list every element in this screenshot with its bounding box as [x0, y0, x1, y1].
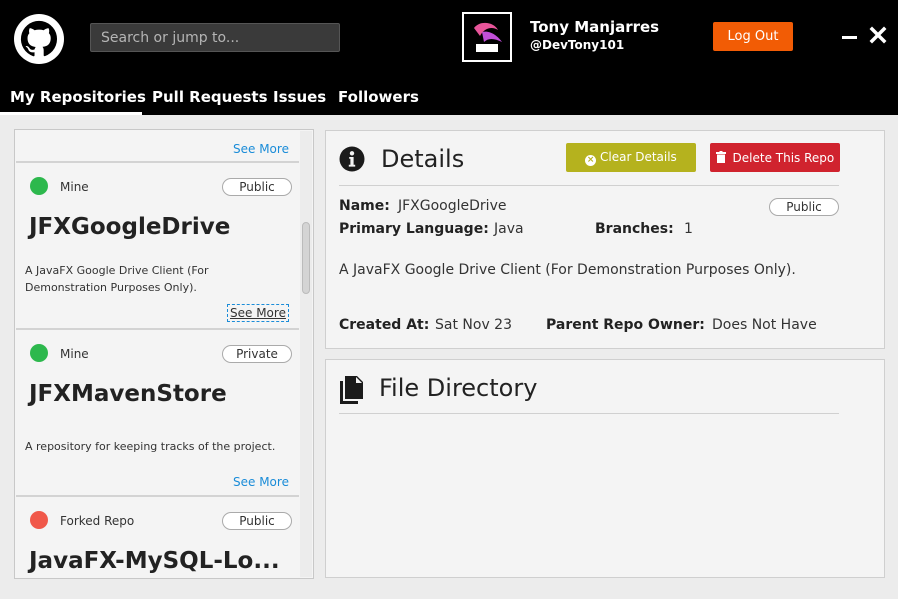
repo-title: JavaFX-MySQL-Lo... — [29, 548, 280, 574]
active-tab-indicator — [0, 112, 142, 115]
avatar[interactable] — [462, 12, 512, 62]
logout-button[interactable]: Log Out — [713, 22, 793, 51]
see-more-link[interactable]: See More — [231, 474, 291, 490]
github-logo-icon[interactable] — [14, 14, 64, 64]
status-dot-icon — [30, 511, 48, 529]
created-label: Created At: — [339, 317, 430, 333]
avatar-logo-icon — [464, 14, 510, 60]
visibility-badge: Private — [222, 345, 292, 363]
language-label: Primary Language: — [339, 221, 489, 237]
repo-title: JFXMavenStore — [29, 381, 227, 407]
status-dot-icon — [30, 177, 48, 195]
repo-list-scrollbar[interactable] — [300, 131, 312, 577]
file-copy-icon — [340, 376, 363, 404]
owner-label: Mine — [60, 347, 89, 361]
visibility-badge: Public — [222, 512, 292, 530]
details-title: Details — [381, 145, 465, 173]
clear-details-label: Clear Details — [600, 149, 677, 164]
repo-title: JFXGoogleDrive — [29, 214, 231, 240]
parent-owner-label: Parent Repo Owner: — [546, 317, 705, 333]
tab-pull-requests[interactable]: Pull Requests — [152, 88, 268, 106]
search-input[interactable] — [90, 23, 340, 52]
file-directory-title: File Directory — [379, 374, 538, 402]
visibility-badge: Public — [769, 198, 839, 216]
clear-details-button[interactable]: × Clear Details — [566, 143, 696, 172]
tab-issues[interactable]: Issues — [273, 88, 326, 106]
branches-value: 1 — [684, 221, 693, 237]
file-directory-divider — [339, 413, 839, 414]
delete-repo-label: Delete This Repo — [732, 150, 835, 165]
repo-card[interactable]: Forked Repo Public JavaFX-MySQL-Lo... — [16, 497, 299, 578]
clear-circle-icon: × — [585, 154, 597, 166]
repo-card[interactable]: Mine Public JFXGoogleDrive A JavaFX Goog… — [16, 163, 299, 330]
see-more-link[interactable]: See More — [231, 141, 291, 157]
repo-description: A repository for keeping tracks of the p… — [25, 440, 276, 453]
owner-label: Forked Repo — [60, 514, 135, 528]
status-dot-icon — [30, 344, 48, 362]
tab-followers[interactable]: Followers — [338, 88, 419, 106]
repo-description: A JavaFX Google Drive Client (For Demons… — [25, 264, 209, 294]
minimize-icon[interactable] — [842, 36, 857, 39]
close-icon[interactable] — [869, 26, 887, 44]
repo-card[interactable]: Mine Private JFXMavenStore A repository … — [16, 330, 299, 497]
repo-card-partial: See More — [16, 130, 299, 163]
see-more-link[interactable]: See More — [227, 304, 289, 322]
repo-description-detail: A JavaFX Google Drive Client (For Demons… — [339, 262, 796, 278]
name-value: JFXGoogleDrive — [398, 198, 507, 214]
visibility-badge: Public — [222, 178, 292, 196]
parent-owner-value: Does Not Have — [712, 317, 817, 333]
delete-repo-button[interactable]: Delete This Repo — [710, 143, 840, 172]
name-label: Name: — [339, 198, 390, 214]
tab-my-repositories[interactable]: My Repositories — [10, 88, 146, 106]
owner-label: Mine — [60, 180, 89, 194]
user-handle: @DevTony101 — [530, 38, 625, 52]
branches-label: Branches: — [595, 221, 674, 237]
info-icon — [339, 146, 365, 172]
language-value: Java — [494, 221, 524, 237]
user-name: Tony Manjarres — [530, 18, 660, 36]
scrollbar-thumb[interactable] — [302, 222, 310, 294]
trash-icon — [715, 150, 726, 163]
created-value: Sat Nov 23 — [435, 317, 512, 333]
details-divider — [339, 185, 839, 186]
